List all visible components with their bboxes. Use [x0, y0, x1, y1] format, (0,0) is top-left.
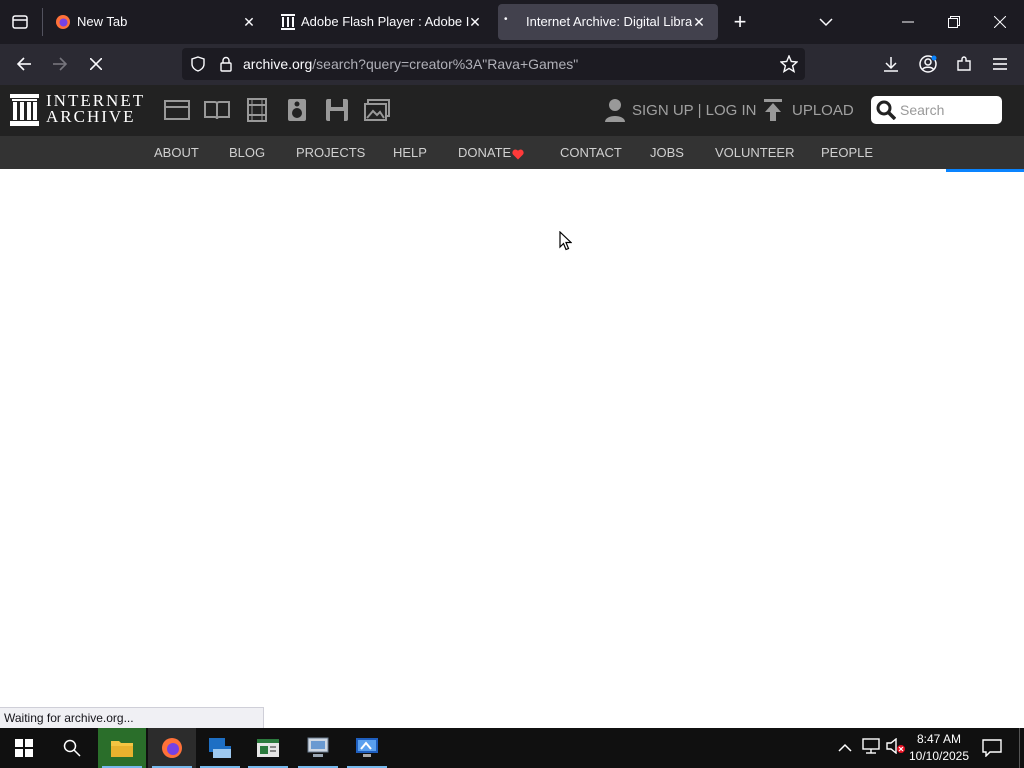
clock-time: 8:47 AM [916, 732, 962, 746]
tab-new-tab[interactable]: New Tab ✕ [46, 4, 268, 40]
logo-line-2: ARCHIVE [46, 107, 136, 126]
url-host: archive.org [243, 56, 313, 72]
upload-link[interactable]: UPLOAD [792, 102, 854, 119]
url-path: /search?query=creator%3A"Rava+Games" [312, 56, 579, 72]
windows-start-icon[interactable] [0, 728, 48, 768]
video-icon[interactable] [243, 97, 271, 123]
bookmark-star-icon[interactable] [779, 54, 799, 78]
tab-divider [42, 8, 43, 36]
network-icon[interactable] [862, 738, 880, 759]
nav-jobs[interactable]: JOBS [650, 145, 684, 160]
document-app-icon[interactable] [244, 728, 292, 768]
search-icon[interactable] [876, 100, 897, 125]
remote-app-icon[interactable] [343, 728, 391, 768]
audio-icon[interactable] [283, 97, 311, 123]
page-content-area [0, 172, 1024, 707]
close-tab-icon[interactable]: ✕ [466, 13, 484, 31]
user-icon[interactable] [604, 98, 626, 127]
nav-people[interactable]: PEOPLE [821, 145, 873, 160]
ia-search-box[interactable]: Search [871, 96, 1002, 124]
nav-blog[interactable]: BLOG [229, 145, 265, 160]
loading-dot-icon: • [504, 14, 508, 25]
ia-logo-wordmark[interactable]: INTERNET ARCHIVE [46, 92, 145, 126]
texts-icon[interactable] [203, 97, 231, 123]
sign-up-log-in-link[interactable]: SIGN UP | LOG IN [632, 102, 756, 119]
tracking-shield-icon[interactable] [190, 56, 206, 77]
heart-icon [512, 147, 524, 165]
close-tab-icon[interactable]: ✕ [690, 13, 708, 31]
nav-donate[interactable]: DONATE [458, 145, 511, 160]
new-tab-plus-icon[interactable]: + [724, 6, 756, 38]
extensions-icon[interactable] [948, 48, 980, 80]
tab-internet-archive[interactable]: • Internet Archive: Digital Library ✕ [498, 4, 718, 40]
downloads-icon[interactable] [875, 48, 907, 80]
archive-favicon-icon [281, 14, 295, 33]
tab-adobe-flash[interactable]: Adobe Flash Player : Adobe Inc. ✕ [272, 4, 494, 40]
app-window-icon[interactable] [196, 728, 244, 768]
nav-about[interactable]: ABOUT [154, 145, 199, 160]
network-app-icon[interactable] [294, 728, 342, 768]
app-menu-icon[interactable] [984, 48, 1016, 80]
upload-icon[interactable] [764, 99, 782, 126]
web-icon[interactable] [163, 97, 191, 123]
list-all-tabs-chevron-icon[interactable] [810, 6, 842, 38]
ia-logo-icon[interactable] [10, 94, 39, 131]
tab-title: Adobe Flash Player : Adobe Inc. [301, 14, 469, 29]
url-text[interactable]: archive.org/search?query=creator%3A"Rava… [243, 56, 578, 72]
back-arrow-icon[interactable] [8, 48, 40, 80]
taskbar-search-icon[interactable] [48, 728, 96, 768]
mouse-cursor-icon [559, 230, 573, 256]
volume-muted-icon[interactable] [886, 737, 906, 759]
images-icon[interactable] [363, 97, 391, 123]
show-desktop-button[interactable] [1019, 728, 1020, 768]
clock-date: 10/10/2025 [908, 749, 970, 763]
file-explorer-icon[interactable] [98, 728, 146, 768]
show-hidden-icons-chevron-icon[interactable] [838, 740, 852, 758]
tab-title: New Tab [77, 14, 128, 29]
status-panel: Waiting for archive.org... [0, 707, 264, 728]
firefox-taskbar-icon[interactable] [148, 728, 196, 768]
nav-contact[interactable]: CONTACT [560, 145, 622, 160]
taskbar-clock[interactable]: 8:47 AM 10/10/2025 [906, 731, 972, 765]
close-tab-icon[interactable]: ✕ [240, 13, 258, 31]
restore-icon[interactable] [938, 6, 970, 38]
tab-title: Internet Archive: Digital Library [526, 14, 692, 29]
notifications-icon[interactable] [982, 739, 1002, 762]
search-input[interactable]: Search [900, 102, 944, 118]
software-icon[interactable] [323, 97, 351, 123]
minimize-icon[interactable] [892, 6, 924, 38]
nav-help[interactable]: HELP [393, 145, 427, 160]
firefox-icon [55, 14, 71, 33]
account-icon[interactable] [912, 48, 944, 80]
firefox-view-icon[interactable] [4, 6, 36, 38]
nav-projects[interactable]: PROJECTS [296, 145, 365, 160]
forward-arrow-icon [44, 48, 76, 80]
url-bar[interactable]: archive.org/search?query=creator%3A"Rava… [182, 48, 805, 80]
stop-loading-icon[interactable] [80, 48, 112, 80]
lock-icon[interactable] [220, 56, 232, 77]
close-window-icon[interactable] [984, 6, 1016, 38]
nav-volunteer[interactable]: VOLUNTEER [715, 145, 794, 160]
